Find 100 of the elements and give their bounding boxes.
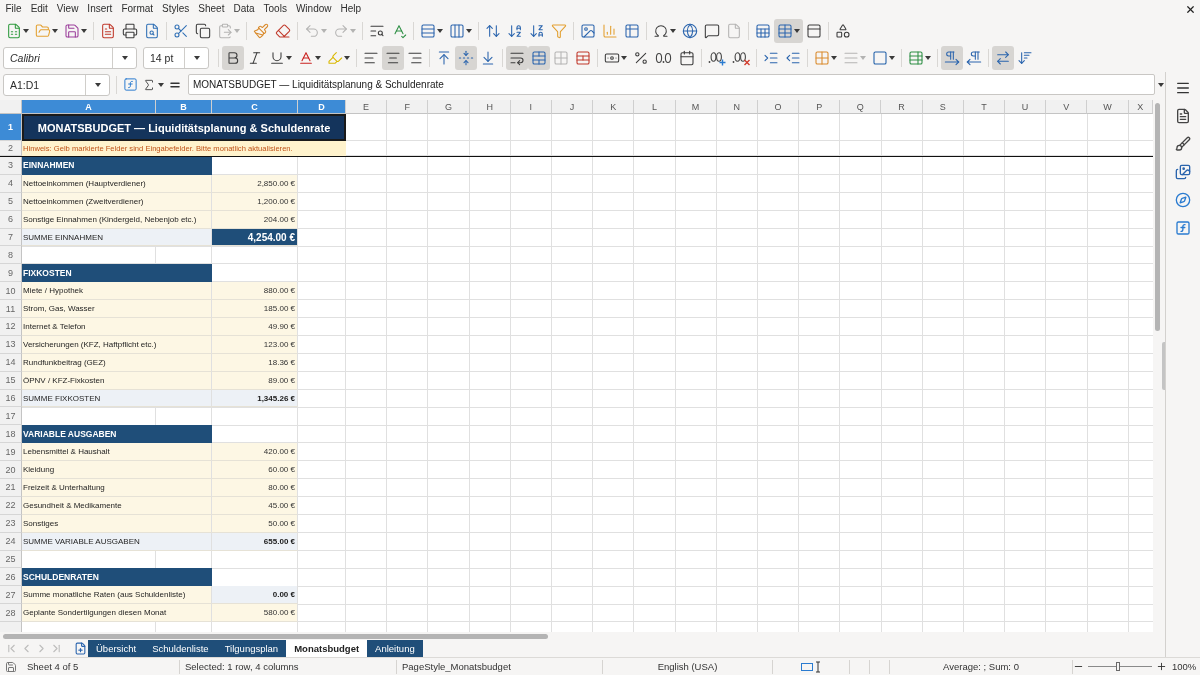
menu-item[interactable]: File (1, 1, 27, 17)
caret-icon (81, 29, 87, 33)
row-header[interactable]: 26 (0, 568, 22, 587)
sheet-tab[interactable]: Anleitung (367, 640, 423, 657)
slider-thumb[interactable] (1116, 662, 1121, 671)
column-header[interactable]: M (675, 100, 717, 114)
arrows-to-center-line-icon (458, 50, 474, 66)
merge-and-center-button[interactable] (528, 46, 550, 70)
column-header[interactable]: T (963, 100, 1005, 114)
align-center-button[interactable] (382, 46, 404, 70)
menu-item[interactable]: Tools (259, 1, 292, 17)
language-text[interactable]: English (USA) (657, 661, 718, 672)
column-header[interactable]: A (22, 100, 156, 114)
left-to-right-button[interactable] (941, 46, 963, 70)
sheet-tab[interactable]: Monatsbudget (286, 640, 368, 657)
row-header[interactable]: 11 (0, 300, 22, 318)
menu-item[interactable]: Insert (82, 1, 117, 17)
menu-item[interactable]: Window (291, 1, 336, 17)
column-header[interactable]: W (1087, 100, 1129, 114)
label-cell: Internet & Telefon (22, 318, 212, 336)
amount-cell: 185.00 € (212, 300, 298, 318)
column-header[interactable]: V (1046, 100, 1088, 114)
column-header[interactable]: L (634, 100, 676, 114)
sidebar-handle[interactable] (1162, 342, 1165, 390)
row-header[interactable]: 8 (0, 246, 22, 265)
font-name-combobox[interactable]: Calibri (3, 47, 137, 69)
page-style-text[interactable]: PageStyle_Monatsbudget (402, 661, 511, 672)
menu-item[interactable]: Format (116, 1, 158, 17)
save-icon (64, 23, 80, 39)
row-header[interactable]: 3 (0, 157, 22, 175)
row-header[interactable]: 21 (0, 479, 22, 497)
document-icon (100, 23, 116, 39)
row-header[interactable]: 10 (0, 282, 22, 301)
label-cell: Geplante Sondertilgungen diesen Monat (22, 604, 212, 623)
name-box[interactable]: A1:D1 (3, 73, 110, 96)
pilcrow-left-icon (966, 50, 982, 66)
column-header[interactable]: P (799, 100, 841, 114)
column-header[interactable]: N (716, 100, 758, 114)
column-header[interactable]: X (1128, 100, 1153, 114)
column-header[interactable]: I (510, 100, 552, 114)
bold-button[interactable] (222, 46, 244, 70)
font-color-icon (298, 50, 314, 66)
calendar-icon (679, 50, 695, 66)
save-icon[interactable] (5, 660, 17, 673)
amount-cell: 580.00 € (212, 604, 298, 623)
zoom-in-button[interactable] (1155, 660, 1167, 673)
column-header[interactable]: U (1005, 100, 1047, 114)
row-header[interactable]: 17 (0, 407, 22, 426)
column-header[interactable]: G (428, 100, 470, 114)
bold-icon (225, 50, 241, 66)
menu-item[interactable]: View (52, 1, 83, 17)
sheet-tab[interactable]: Übersicht (88, 640, 145, 657)
formula-input[interactable]: MONATSBUDGET — Liquiditätsplanung & Schuldenrate (188, 74, 1155, 95)
column-header[interactable]: J (551, 100, 594, 114)
zoom-percentage-text[interactable]: 100% (1172, 661, 1197, 672)
column-header[interactable]: E (346, 100, 388, 114)
menu-item[interactable]: Styles (157, 1, 194, 17)
brush-icon (1175, 136, 1191, 152)
column-header[interactable]: F (387, 100, 429, 114)
caret-icon (193, 56, 200, 60)
row-header[interactable]: 19 (0, 443, 22, 462)
row-header[interactable]: 28 (0, 604, 22, 623)
row-header[interactable]: 27 (0, 586, 22, 605)
column-header[interactable]: C (212, 100, 298, 114)
column-header[interactable]: K (593, 100, 635, 114)
freeze-cells-button[interactable] (774, 19, 803, 43)
menu-item[interactable]: Data (228, 1, 260, 17)
column-header[interactable]: Q (840, 100, 882, 114)
column-header[interactable]: B (156, 100, 212, 114)
scrollbar-thumb[interactable] (1155, 103, 1160, 331)
row-header[interactable]: 1 (0, 114, 22, 141)
amount-cell: 60.00 € (212, 461, 298, 480)
column-header[interactable]: R (881, 100, 923, 114)
align-middle-button[interactable] (455, 46, 477, 70)
sheet-tab[interactable]: Schuldenliste (144, 640, 217, 657)
spreadsheet-file-icon (6, 23, 22, 39)
column-header[interactable]: S (922, 100, 964, 114)
menu-item[interactable]: Help (336, 1, 366, 17)
wrap-text-button[interactable] (506, 46, 528, 70)
column-header[interactable]: D (298, 100, 346, 114)
rectangle-cursor-icon[interactable] (801, 660, 821, 673)
column-header[interactable]: O (757, 100, 800, 114)
plus-icon (1155, 661, 1167, 672)
lines-icon (843, 50, 859, 66)
align-center-icon (385, 50, 401, 66)
row-header[interactable]: 20 (0, 461, 22, 480)
row-header[interactable]: 2 (0, 141, 22, 156)
scrollbar-thumb[interactable] (3, 633, 548, 639)
caret-icon (350, 29, 356, 33)
font-size-combobox[interactable]: 14 pt (143, 47, 209, 69)
menu-item[interactable]: Edit (26, 1, 53, 17)
text-horizontal-button[interactable] (992, 46, 1014, 70)
menu-item[interactable]: Sheet (193, 1, 229, 17)
row-header[interactable]: 12 (0, 318, 22, 336)
grid-icon (777, 23, 793, 39)
row-header[interactable]: 18 (0, 425, 22, 444)
row-header[interactable]: 9 (0, 264, 22, 283)
align-left-icon (363, 50, 379, 66)
column-header[interactable]: H (469, 100, 511, 114)
sheet-tab[interactable]: Tilgungsplan (216, 640, 287, 657)
